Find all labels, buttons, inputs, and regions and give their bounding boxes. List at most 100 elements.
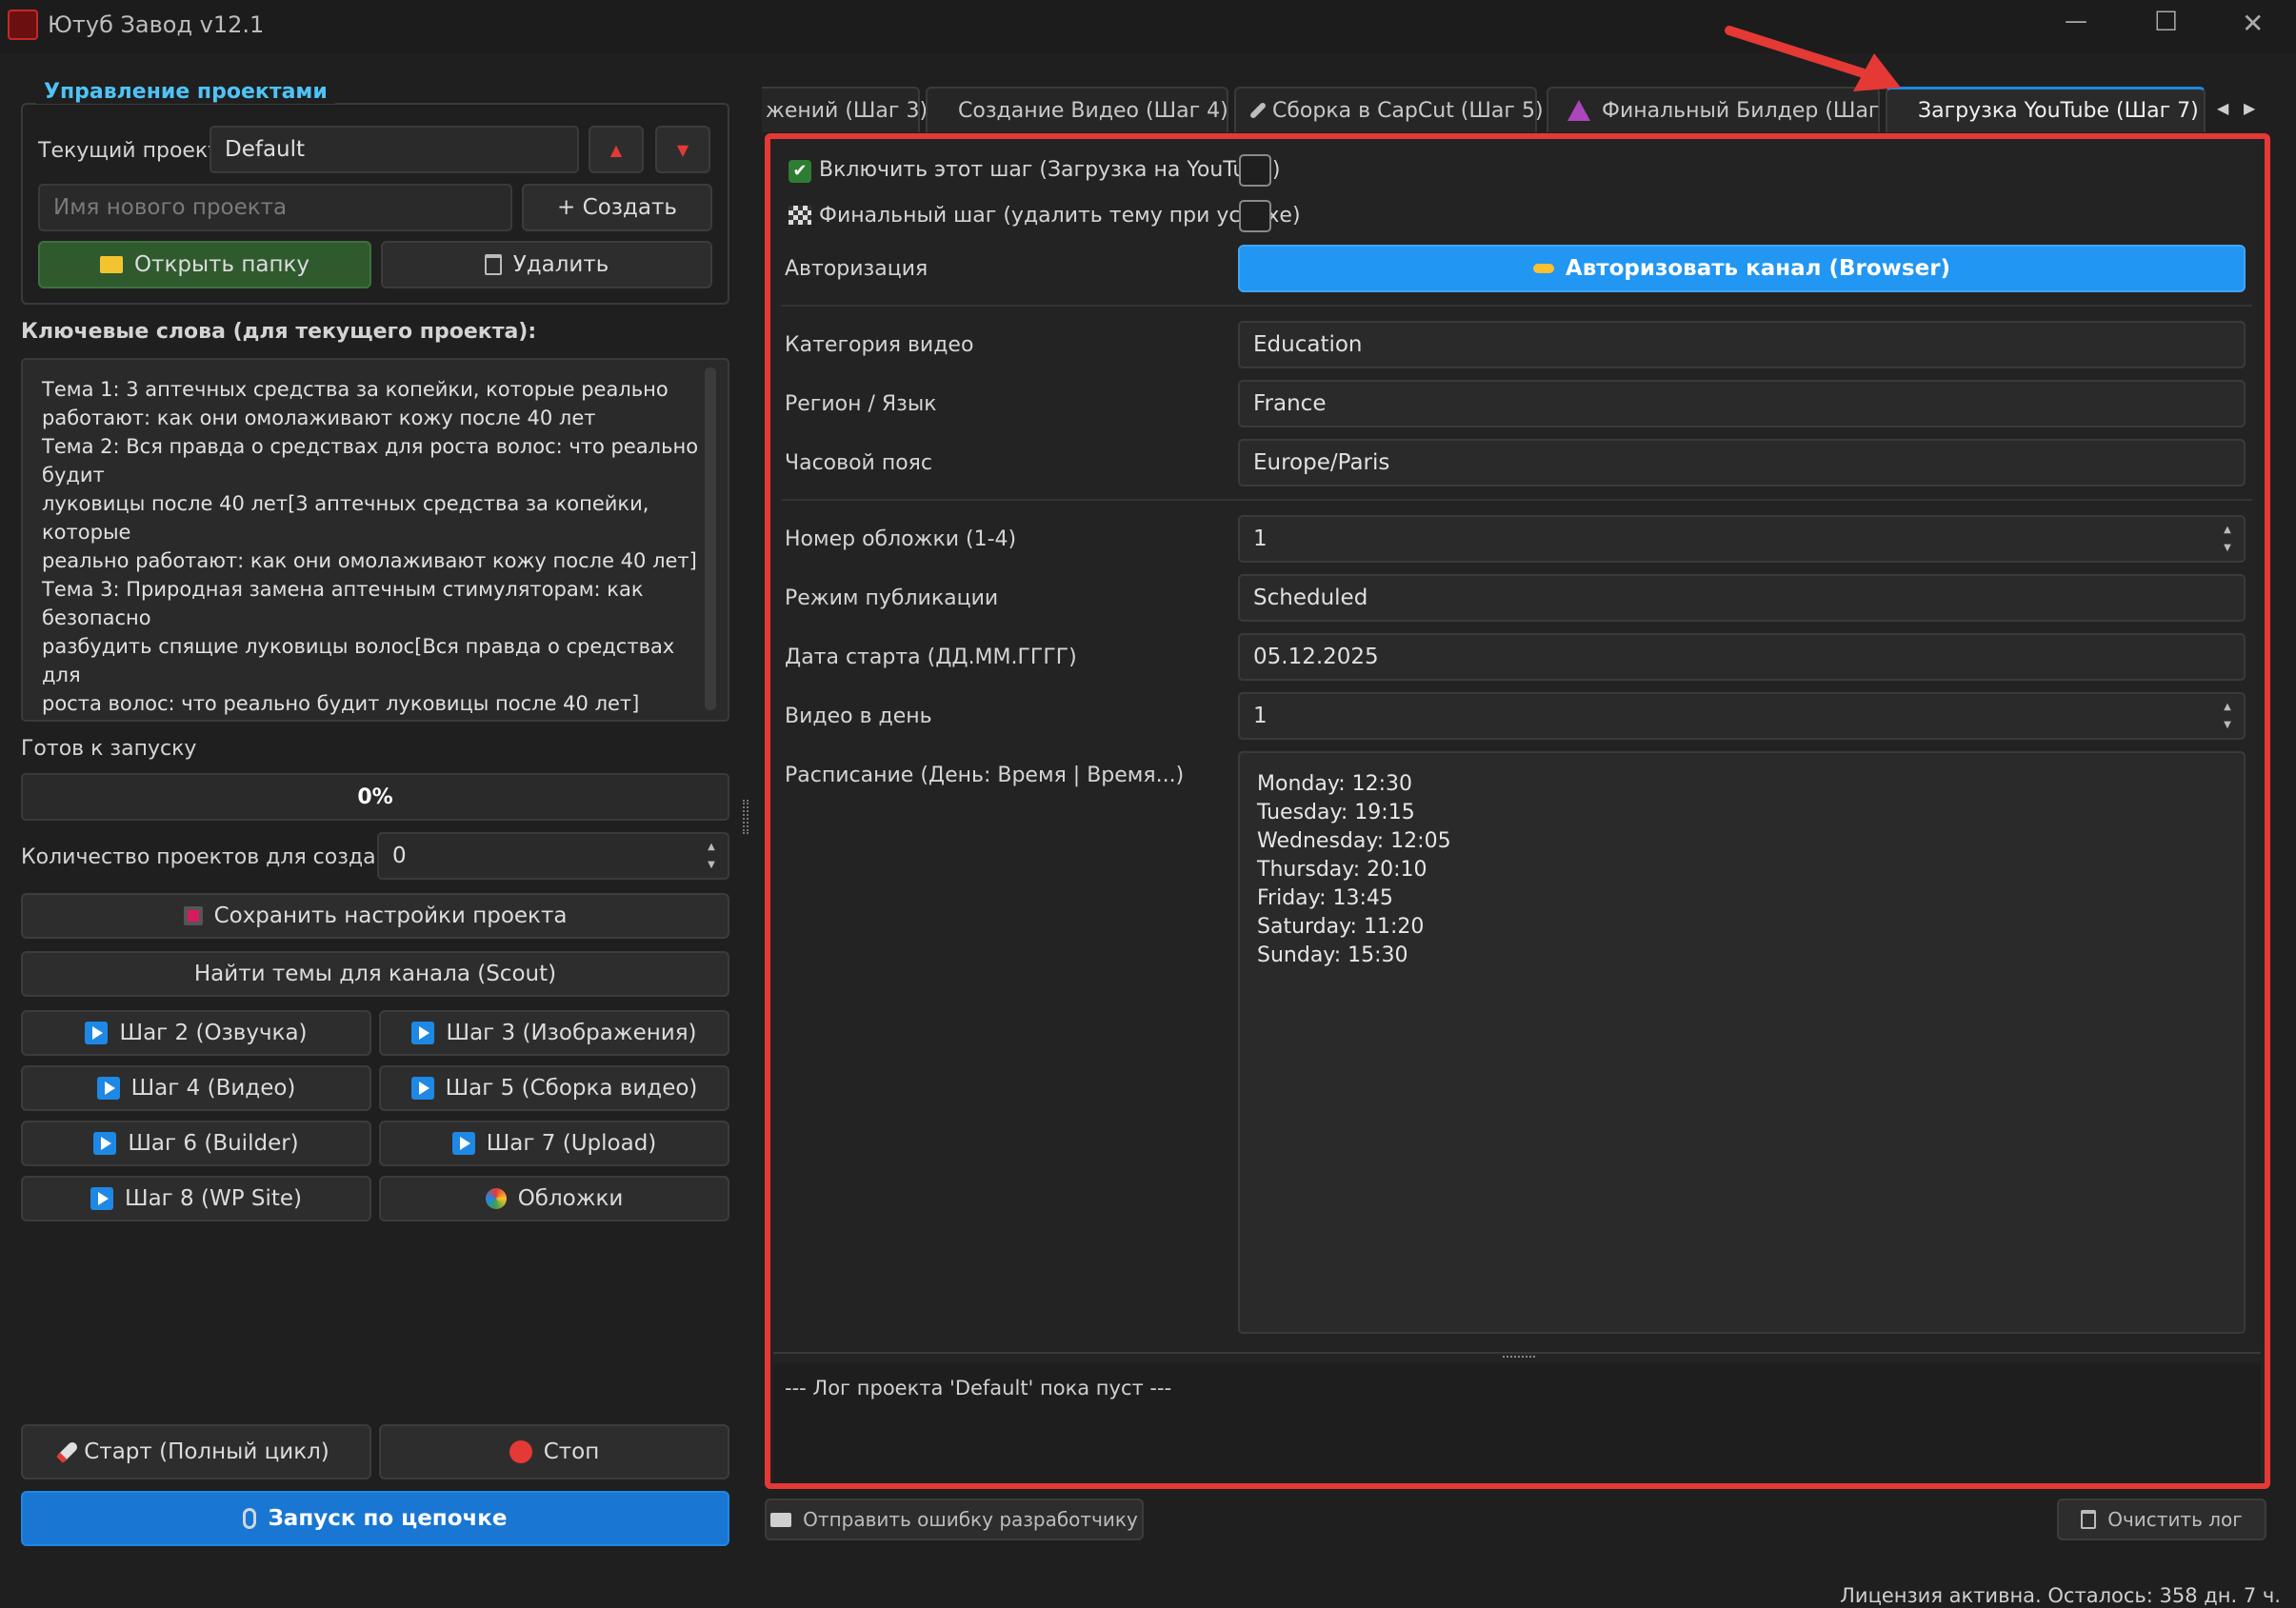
step-2-button[interactable]: Шаг 2 (Озвучка) [21,1010,371,1056]
schedule-textarea[interactable]: Monday: 12:30 Tuesday: 19:15 Wednesday: 12… [1238,751,2246,1334]
enable-step-toggle[interactable] [1239,154,1271,187]
minimize-button[interactable]: — [2065,8,2087,34]
videos-per-day-spinbox[interactable]: 1 ▲ ▼ [1238,692,2246,740]
close-button[interactable]: ✕ [2242,8,2264,39]
move-down-button[interactable]: ▼ [655,126,710,173]
category-select[interactable]: Education [1238,321,2246,368]
down-arrow-icon: ▼ [676,140,689,159]
timezone-input[interactable]: Europe/Paris [1238,439,2246,486]
tools-icon [1248,101,1268,120]
schedule-line: Sunday: 15:30 [1257,943,1408,967]
project-group-title: Управление проектами [36,80,335,104]
videos-per-day-value: 1 [1253,704,1268,728]
log-splitter-grip[interactable] [1503,1356,1535,1360]
current-project-label: Текущий проект: [38,139,228,163]
final-step-checkbox[interactable] [1239,200,1271,232]
publish-mode-select[interactable]: Scheduled [1238,574,2246,622]
delete-project-button[interactable]: Удалить [381,241,712,288]
step-2-label: Шаг 2 (Озвучка) [119,1021,308,1045]
videos-per-day-label: Видео в день [785,705,932,728]
cover-number-stepper[interactable]: ▲ ▼ [2217,521,2238,557]
stop-circle-icon [509,1440,532,1463]
step-8-button[interactable]: Шаг 8 (WP Site) [21,1176,371,1221]
tab-step-7-label: Загрузка YouTube (Шаг 7) [1918,99,2199,123]
region-select[interactable]: France [1238,380,2246,427]
keywords-textarea[interactable]: Тема 1: 3 аптечных средства за копейки, … [21,358,729,722]
stop-button[interactable]: Стоп [379,1424,729,1479]
tab-scroll-right-button[interactable]: ▶ [2244,99,2255,117]
schedule-line: Tuesday: 19:15 [1257,801,1415,824]
up-arrow-icon: ▲ [609,140,623,159]
party-icon [1567,100,1590,121]
step-6-button[interactable]: Шаг 6 (Builder) [21,1121,371,1166]
keywords-scrollbar[interactable] [705,367,716,710]
clear-log-button[interactable]: Очистить лог [2057,1499,2266,1540]
covers-label: Обложки [517,1186,624,1211]
count-spinbox[interactable]: 0 ▲ ▼ [377,832,729,880]
chain-run-button[interactable]: Запуск по цепочке [21,1491,729,1546]
start-date-input[interactable]: 05.12.2025 [1238,633,2246,681]
section-divider [781,305,2252,307]
move-up-button[interactable]: ▲ [589,126,644,173]
tab-step-7[interactable]: Загрузка YouTube (Шаг 7) [1886,87,2206,132]
log-splitter[interactable] [773,1352,2261,1354]
keyword-line: Тема 1: 3 аптечных средства за копейки, … [42,378,669,401]
keyword-line: Тема 2: Вся правда о средствах для роста… [42,435,699,486]
tab-step-4[interactable]: Создание Видео (Шаг 4) [926,87,1228,132]
send-error-button[interactable]: Отправить ошибку разработчику [765,1499,1144,1540]
splitter-handle[interactable] [743,800,749,834]
schedule-line: Thursday: 20:10 [1257,858,1428,882]
trash-icon [2081,1510,2097,1529]
title-bar: Ютуб Завод v12.1 — ☐ ✕ [0,0,2296,53]
play-icon [96,1077,120,1100]
license-status: Лицензия активна. Осталось: 358 дн. 7 ч. [1840,1584,2281,1607]
scout-button[interactable]: Найти темы для канала (Scout) [21,951,729,997]
step-6-label: Шаг 6 (Builder) [128,1131,299,1156]
window-title: Ютуб Завод v12.1 [48,11,265,38]
start-date-label: Дата старта (ДД.ММ.ГГГГ) [785,645,1077,669]
save-settings-button[interactable]: Сохранить настройки проекта [21,893,729,939]
trash-icon [484,254,502,275]
start-full-cycle-button[interactable]: Старт (Полный цикл) [21,1424,371,1479]
new-project-input[interactable]: Имя нового проекта [38,184,512,231]
open-folder-label: Открыть папку [133,252,310,277]
step-5-button[interactable]: Шаг 5 (Сборка видео) [379,1065,729,1111]
play-icon [93,1132,117,1155]
app-logo-icon [8,10,38,40]
delete-label: Удалить [512,252,609,277]
enable-step-checkbox[interactable]: ✔ [789,160,811,183]
play-icon [90,1187,113,1210]
open-folder-button[interactable]: Открыть папку [38,241,371,288]
cover-number-spinbox[interactable]: 1 ▲ ▼ [1238,515,2246,563]
videos-per-day-stepper[interactable]: ▲ ▼ [2217,698,2238,734]
play-icon [411,1022,435,1044]
step-7-label: Шаг 7 (Upload) [486,1131,657,1156]
rocket-icon [56,1439,80,1464]
create-project-button[interactable]: + Создать [522,184,712,231]
chain-icon [243,1508,257,1529]
progress-bar: 0% [21,773,729,821]
step-4-button[interactable]: Шаг 4 (Видео) [21,1065,371,1111]
section-divider [781,499,2252,501]
keyword-line: роста волос: что реально будит луковицы … [42,692,640,715]
covers-button[interactable]: Обложки [379,1176,729,1221]
keyword-line: Тема 4: Почему плывет овал лица после 40… [42,718,709,720]
ready-label: Готов к запуску [21,737,197,761]
maximize-button[interactable]: ☐ [2154,6,2178,37]
tab-scroll-left-button[interactable]: ◀ [2217,99,2228,117]
current-project-select[interactable]: Default [210,126,579,173]
schedule-line: Monday: 12:30 [1257,772,1413,796]
count-stepper[interactable]: ▲ ▼ [701,838,722,874]
category-label: Категория видео [785,333,974,357]
app-window: Ютуб Завод v12.1 — ☐ ✕ Управление проект… [0,0,2296,1608]
step-7-button[interactable]: Шаг 7 (Upload) [379,1121,729,1166]
authorize-channel-button[interactable]: Авторизовать канал (Browser) [1238,245,2246,292]
count-label: Количество проектов для создания: [21,845,423,869]
log-area[interactable]: --- Лог проекта 'Default' пока пуст --- [773,1363,2261,1483]
cover-number-value: 1 [1253,526,1268,551]
step-3-button[interactable]: Шаг 3 (Изображения) [379,1010,729,1056]
step-8-label: Шаг 8 (WP Site) [124,1186,303,1211]
schedule-line: Wednesday: 12:05 [1257,829,1451,853]
tab-step-3[interactable]: жений (Шаг 3) [762,87,928,132]
tab-step-5[interactable]: Сборка в CapCut (Шаг 5) [1234,87,1544,132]
